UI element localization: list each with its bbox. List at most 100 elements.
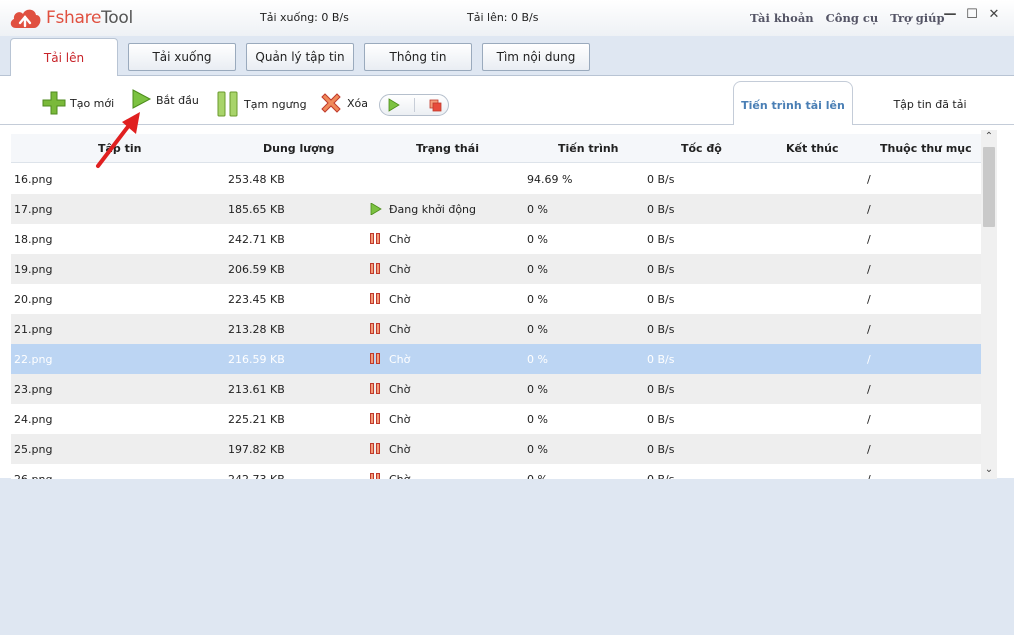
cell-progress: 0 % bbox=[527, 263, 548, 276]
app-title: FshareTool bbox=[46, 8, 133, 28]
top-menu: Tài khoản Công cụ Trợ giúp bbox=[750, 11, 945, 25]
pause-button-label: Tạm ngưng bbox=[244, 97, 307, 111]
cell-folder: / bbox=[867, 233, 871, 246]
col-folder[interactable]: Thuộc thư mục bbox=[880, 142, 972, 155]
scroll-down-icon[interactable]: ⌄ bbox=[981, 463, 997, 477]
stop-icon[interactable] bbox=[428, 98, 442, 112]
cell-file: 18.png bbox=[14, 233, 53, 246]
download-speed: Tải xuống: 0 B/s bbox=[260, 11, 349, 24]
cell-folder: / bbox=[867, 293, 871, 306]
tab-upload-progress[interactable]: Tiến trình tải lên bbox=[733, 81, 853, 125]
cell-size: 253.48 KB bbox=[228, 173, 285, 186]
cell-file: 26.png bbox=[14, 473, 52, 479]
divider bbox=[0, 124, 1014, 125]
cell-speed: 0 B/s bbox=[647, 413, 675, 426]
cell-progress: 0 % bbox=[527, 473, 548, 479]
cell-size: 216.59 KB bbox=[228, 353, 285, 366]
table-row[interactable]: 25.png 197.82 KB Chờ 0 % 0 B/s / bbox=[11, 434, 981, 464]
plus-icon bbox=[42, 91, 66, 115]
menu-help[interactable]: Trợ giúp bbox=[890, 11, 944, 25]
col-status[interactable]: Trạng thái bbox=[416, 142, 479, 155]
cell-folder: / bbox=[867, 413, 871, 426]
cell-progress: 0 % bbox=[527, 293, 548, 306]
maximize-button[interactable]: ☐ bbox=[965, 7, 979, 23]
delete-x-icon bbox=[321, 93, 341, 113]
pause-icon bbox=[370, 263, 384, 275]
cell-status: Chờ bbox=[389, 413, 411, 426]
start-button-label: Bắt đầu bbox=[156, 93, 199, 107]
cloud-upload-icon bbox=[10, 9, 41, 28]
pause-icon bbox=[370, 383, 384, 395]
pause-button[interactable]: Tạm ngưng bbox=[215, 90, 307, 118]
cell-size: 225.21 KB bbox=[228, 413, 285, 426]
cell-size: 242.73 KB bbox=[228, 473, 285, 479]
table-body: 16.png 253.48 KB 94.69 % 0 B/s / 17.png 185.65… bbox=[11, 164, 981, 479]
play-cursor-icon[interactable] bbox=[387, 98, 401, 112]
table-row[interactable]: 23.png 213.61 KB Chờ 0 % 0 B/s / bbox=[11, 374, 981, 404]
table-row[interactable]: 16.png 253.48 KB 94.69 % 0 B/s / bbox=[11, 164, 981, 194]
cell-size: 197.82 KB bbox=[228, 443, 285, 456]
vertical-scrollbar[interactable]: ⌃ ⌄ bbox=[981, 130, 997, 479]
cell-file: 20.png bbox=[14, 293, 53, 306]
cell-file: 24.png bbox=[14, 413, 53, 426]
close-button[interactable]: ✕ bbox=[987, 7, 1001, 23]
table-row[interactable]: 17.png 185.65 KB Đang khởi động 0 % 0 B/s / bbox=[11, 194, 981, 224]
cell-status: Chờ bbox=[389, 293, 411, 306]
pause-icon bbox=[370, 323, 384, 335]
table-row[interactable]: 24.png 225.21 KB Chờ 0 % 0 B/s / bbox=[11, 404, 981, 434]
table-row[interactable]: 20.png 223.45 KB Chờ 0 % 0 B/s / bbox=[11, 284, 981, 314]
scroll-up-icon[interactable]: ⌃ bbox=[981, 130, 997, 144]
cell-size: 213.28 KB bbox=[228, 323, 285, 336]
cell-status: Chờ bbox=[389, 233, 411, 246]
cell-file: 16.png bbox=[14, 173, 53, 186]
cell-status: Chờ bbox=[389, 263, 411, 276]
cell-file: 17.png bbox=[14, 203, 53, 216]
pause-icon bbox=[370, 293, 384, 305]
delete-button[interactable]: Xóa bbox=[318, 90, 368, 116]
scroll-thumb[interactable] bbox=[983, 147, 995, 227]
tab-download[interactable]: Tải xuống bbox=[128, 43, 236, 71]
cell-folder: / bbox=[867, 173, 871, 186]
window-controls: — ☐ ✕ bbox=[943, 7, 1001, 23]
tab-file-manager[interactable]: Quản lý tập tin bbox=[246, 43, 354, 71]
separator bbox=[413, 98, 415, 112]
tab-info[interactable]: Thông tin bbox=[364, 43, 472, 71]
cell-speed: 0 B/s bbox=[647, 383, 675, 396]
table-row[interactable]: 26.png 242.73 KB Chờ 0 % 0 B/s / bbox=[11, 464, 981, 479]
cell-speed: 0 B/s bbox=[647, 473, 674, 479]
delete-button-label: Xóa bbox=[347, 96, 369, 110]
col-finish[interactable]: Kết thúc bbox=[786, 142, 839, 155]
table-row[interactable]: 22.png 216.59 KB Chờ 0 % 0 B/s / bbox=[11, 344, 981, 374]
col-speed[interactable]: Tốc độ bbox=[681, 142, 722, 155]
title-bar: FshareTool Tải xuống: 0 B/s Tải lên: 0 B… bbox=[0, 0, 1014, 36]
pause-icon bbox=[370, 353, 384, 365]
table-row[interactable]: 18.png 242.71 KB Chờ 0 % 0 B/s / bbox=[11, 224, 981, 254]
cell-status: Đang khởi động bbox=[389, 203, 477, 216]
tab-search-content[interactable]: Tìm nội dung bbox=[482, 43, 590, 71]
cell-folder: / bbox=[867, 353, 871, 366]
table-header: Tập tin Dung lượng Trạng thái Tiến trình… bbox=[11, 134, 981, 163]
cell-progress: 0 % bbox=[527, 353, 548, 366]
cell-file: 21.png bbox=[14, 323, 53, 336]
pause-icon bbox=[370, 233, 384, 245]
cell-status: Chờ bbox=[389, 323, 411, 336]
cell-progress: 0 % bbox=[527, 203, 548, 216]
col-size[interactable]: Dung lượng bbox=[263, 142, 334, 155]
col-progress[interactable]: Tiến trình bbox=[558, 142, 619, 155]
table-row[interactable]: 21.png 213.28 KB Chờ 0 % 0 B/s / bbox=[11, 314, 981, 344]
cell-folder: / bbox=[867, 473, 871, 479]
pause-icon bbox=[217, 91, 238, 117]
cell-progress: 0 % bbox=[527, 383, 548, 396]
menu-tools[interactable]: Công cụ bbox=[826, 11, 879, 25]
menu-account[interactable]: Tài khoản bbox=[750, 11, 814, 25]
app-logo: FshareTool bbox=[8, 6, 133, 30]
cell-file: 22.png bbox=[14, 353, 53, 366]
tab-upload[interactable]: Tải lên bbox=[10, 38, 118, 76]
minimize-button[interactable]: — bbox=[943, 7, 957, 23]
quick-action-group bbox=[379, 94, 449, 116]
cell-speed: 0 B/s bbox=[647, 263, 675, 276]
table-row[interactable]: 19.png 206.59 KB Chờ 0 % 0 B/s / bbox=[11, 254, 981, 284]
tab-uploaded-files[interactable]: Tập tin đã tải bbox=[870, 98, 990, 111]
cell-progress: 94.69 % bbox=[527, 173, 573, 186]
cell-progress: 0 % bbox=[527, 323, 548, 336]
